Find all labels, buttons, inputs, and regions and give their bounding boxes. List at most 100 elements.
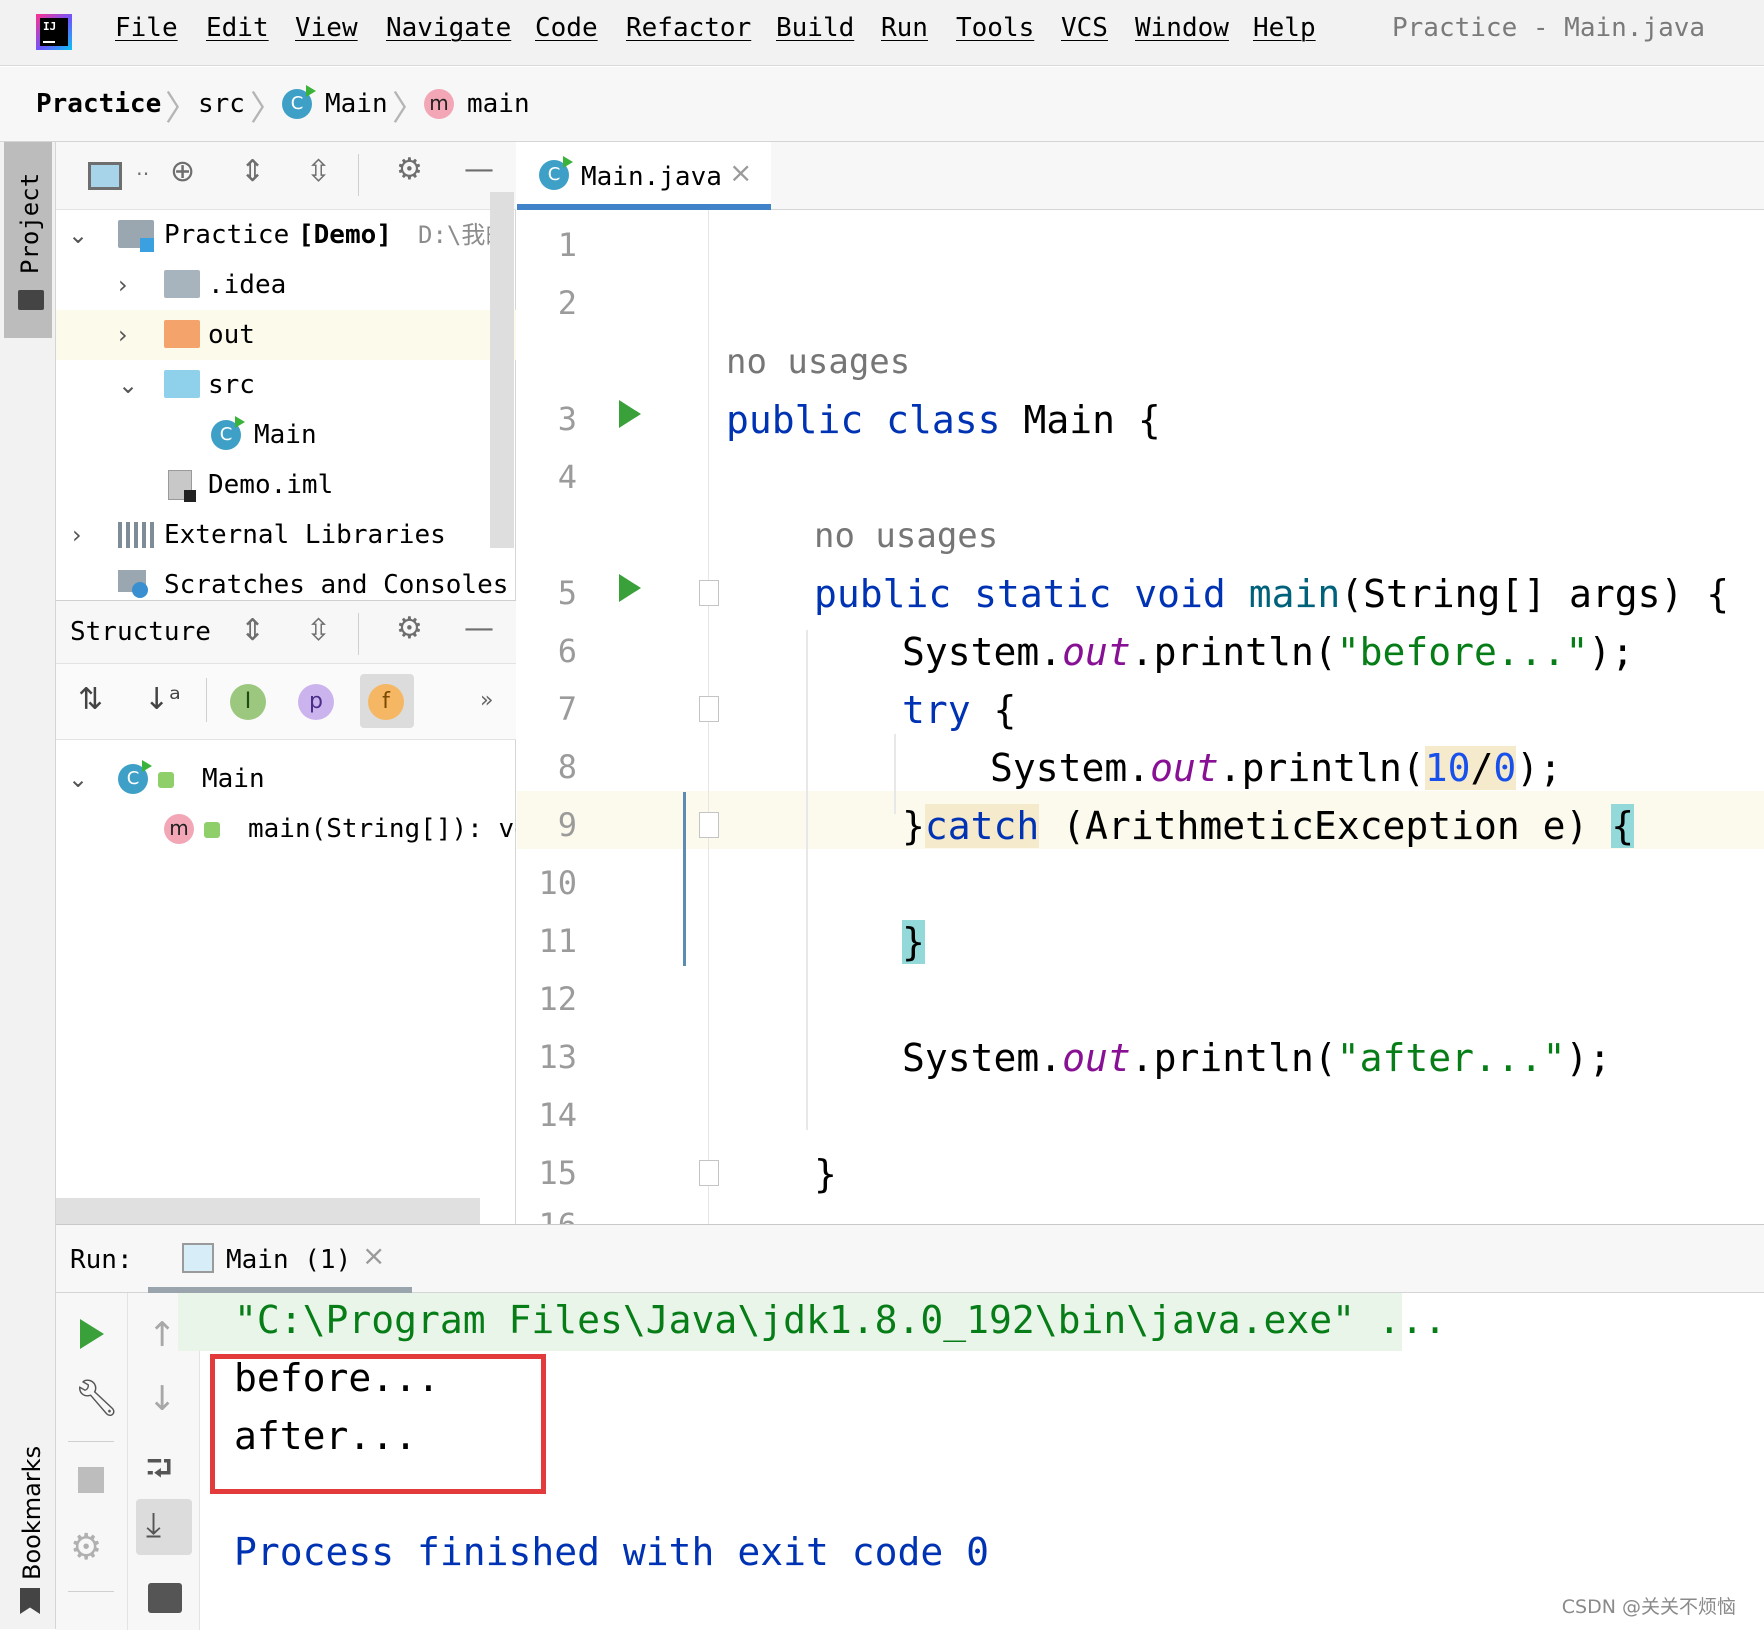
debug-icon[interactable]: ⚙ [70, 1527, 102, 1568]
code-editor[interactable]: no usages public class Main { no usages … [710, 210, 1764, 1224]
menu-run[interactable]: Run [881, 13, 928, 43]
structure-class-main[interactable]: ⌄ C Main [56, 754, 516, 804]
file-badge-icon [184, 490, 196, 502]
field: out [1062, 1036, 1131, 1080]
stop-icon[interactable] [78, 1467, 104, 1493]
more-icon[interactable]: » [480, 688, 493, 713]
tree-item-src[interactable]: ⌄ src [56, 360, 516, 410]
rerun-icon[interactable] [80, 1319, 104, 1349]
sort-by-visibility-icon[interactable]: ⇅ [78, 682, 103, 717]
close-icon[interactable]: × [362, 1239, 385, 1272]
menu-edit[interactable]: Edit [206, 13, 269, 43]
collapse-all-icon[interactable]: ⇳ [306, 613, 331, 648]
tree-item-scratches[interactable]: Scratches and Consoles [56, 560, 516, 600]
breadcrumb-separator: 〉 [250, 81, 284, 130]
chevron-right-icon[interactable]: › [118, 260, 128, 310]
tree-item-main[interactable]: C Main [56, 410, 516, 460]
divider [68, 1441, 114, 1442]
menu-window[interactable]: Window [1135, 13, 1229, 43]
editor-gutter: 1 2 3 4 5 6 7 8 9 10 11 12 13 14 15 16 [517, 210, 709, 1224]
code-line-9: }catch (ArithmeticException e) { [902, 802, 1634, 850]
menu-tools[interactable]: Tools [956, 13, 1034, 43]
public-lock-icon [204, 822, 220, 838]
wrench-icon[interactable]: 🔧︎ [74, 1377, 120, 1419]
sort-alphabetically-icon[interactable]: ↓ᵃ [144, 682, 181, 717]
scroll-to-end-toggle[interactable] [136, 1499, 192, 1555]
vcs-change-marker [683, 792, 686, 966]
print-icon[interactable] [148, 1583, 182, 1613]
run-tab-label[interactable]: Main (1) [226, 1245, 351, 1275]
project-scrollbar[interactable] [490, 192, 514, 548]
menu-navigate[interactable]: Navigate [386, 13, 511, 43]
inherited-icon[interactable]: I [230, 684, 266, 720]
bookmarks-tab[interactable]: Bookmarks [18, 1446, 46, 1580]
project-tool-tab[interactable]: Project [4, 142, 52, 338]
menu-code[interactable]: Code [535, 13, 598, 43]
close-icon[interactable]: × [729, 156, 752, 189]
tree-item-external-libraries[interactable]: › External Libraries [56, 510, 516, 560]
dropdown-dots-icon[interactable]: ‥ [136, 156, 149, 180]
chevron-right-icon[interactable]: › [118, 310, 128, 360]
project-toolbar: ‥ ⊕ ⇕ ⇳ ⚙ — [56, 142, 516, 210]
arrow-down-icon[interactable]: ↓ [148, 1379, 177, 1419]
fields-icon[interactable]: f [368, 684, 404, 720]
menu-help[interactable]: Help [1253, 13, 1316, 43]
gear-icon[interactable]: ⚙ [396, 611, 423, 646]
breadcrumb-src[interactable]: src [198, 89, 245, 119]
code-text: ); [1588, 630, 1634, 674]
tree-item-out[interactable]: › out [56, 310, 516, 360]
module-badge-icon [140, 238, 154, 252]
number-literal: 0 [1493, 746, 1516, 790]
project-tab-label: Project [16, 173, 44, 274]
structure-horizontal-scrollbar[interactable] [56, 1198, 480, 1224]
divider [206, 678, 207, 722]
menu-refactor[interactable]: Refactor [626, 13, 751, 43]
view-mode-icon[interactable] [88, 162, 122, 190]
menu-build[interactable]: Build [776, 13, 854, 43]
breadcrumb-project[interactable]: Practice [36, 89, 161, 119]
scroll-to-end-icon[interactable]: ⤓ [146, 1505, 161, 1545]
expand-all-icon[interactable]: ⇕ [240, 154, 265, 189]
gear-icon[interactable]: ⚙ [396, 152, 423, 187]
usage-hint[interactable]: no usages [814, 512, 998, 560]
structure-method-main[interactable]: m main(String[]): vo [56, 804, 516, 854]
method-name: main [1249, 572, 1341, 616]
hide-panel-icon[interactable]: — [464, 611, 494, 646]
menu-bar: IJ File Edit View Navigate Code Refactor… [0, 0, 1764, 66]
code-text: ); [1516, 746, 1562, 790]
code-line-15: } [814, 1150, 837, 1198]
code-text: ); [1565, 1036, 1611, 1080]
menu-vcs[interactable]: VCS [1061, 13, 1108, 43]
keyword: class [886, 398, 1000, 442]
collapse-all-icon[interactable]: ⇳ [306, 154, 331, 189]
tree-item-idea[interactable]: › .idea [56, 260, 516, 310]
tree-item-demo-iml[interactable]: Demo.iml [56, 460, 516, 510]
usage-hint[interactable]: no usages [726, 338, 910, 386]
line-number: 14 [517, 1096, 577, 1134]
chevron-down-icon[interactable]: ⌄ [68, 754, 88, 804]
code-text: System. [902, 1036, 1062, 1080]
properties-icon[interactable]: p [298, 684, 334, 720]
chevron-right-icon[interactable]: › [72, 510, 82, 560]
expand-all-icon[interactable]: ⇕ [240, 613, 265, 648]
code-text: } [902, 804, 925, 848]
tab-main-java[interactable]: C Main.java × [517, 142, 771, 210]
run-gutter-icon[interactable] [619, 574, 641, 602]
soft-wrap-icon[interactable]: ⮒ [146, 1445, 172, 1502]
structure-method-label: main(String[]): vo [248, 804, 516, 854]
run-gutter-icon[interactable] [619, 400, 641, 428]
hide-panel-icon[interactable]: — [464, 152, 494, 187]
locate-icon[interactable]: ⊕ [170, 154, 195, 189]
tree-root-practice[interactable]: ⌄ Practice [Demo] D:\我的 [56, 210, 516, 260]
class-icon: C [118, 764, 148, 794]
menu-view[interactable]: View [295, 13, 358, 43]
line-number: 9 [517, 806, 577, 844]
folder-icon [164, 270, 200, 298]
menu-file[interactable]: File [115, 13, 178, 43]
divider [358, 154, 359, 196]
breadcrumb-main-class[interactable]: Main [325, 89, 388, 119]
arrow-up-icon[interactable]: ↑ [148, 1315, 177, 1355]
chevron-down-icon[interactable]: ⌄ [68, 210, 88, 260]
chevron-down-icon[interactable]: ⌄ [118, 360, 138, 410]
breadcrumb-main-method[interactable]: main [467, 89, 530, 119]
